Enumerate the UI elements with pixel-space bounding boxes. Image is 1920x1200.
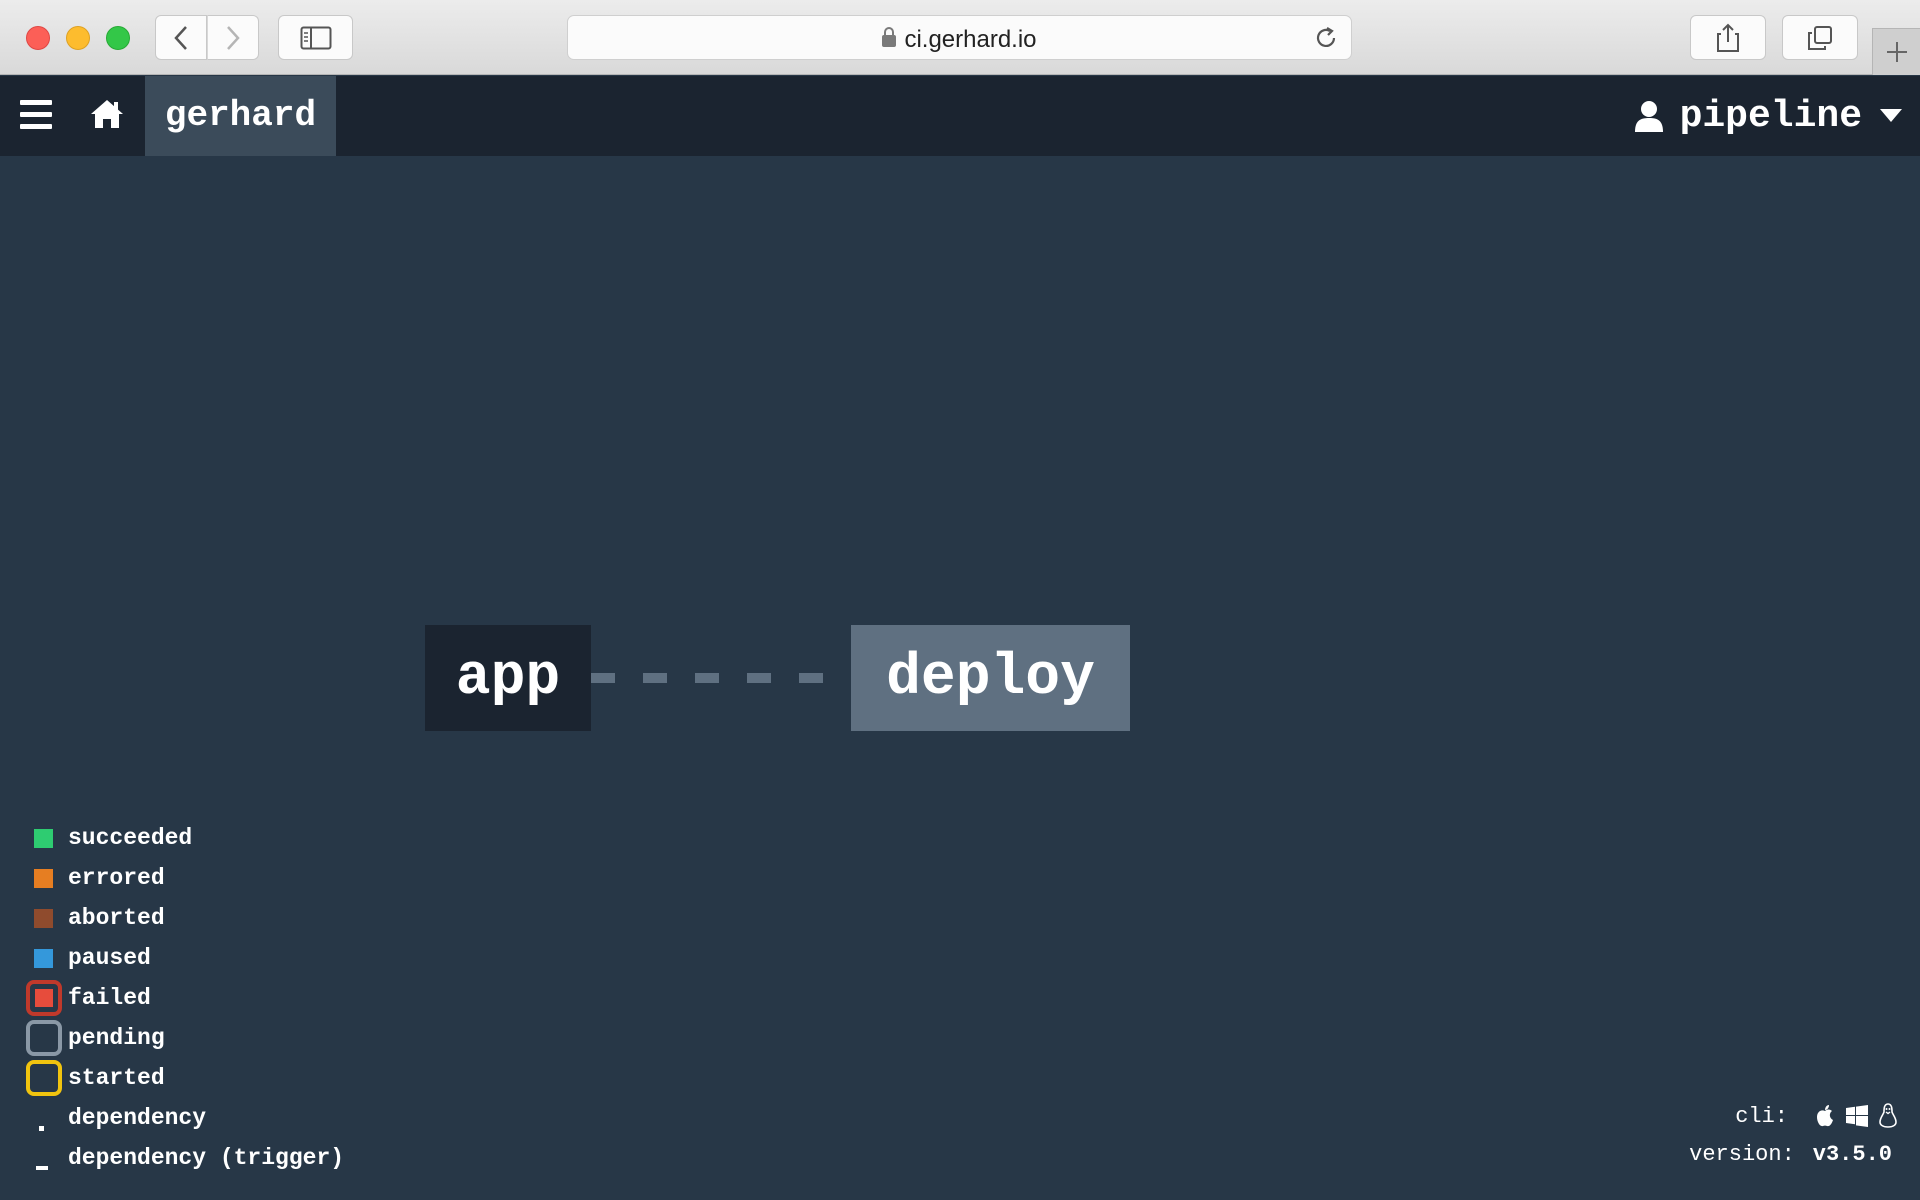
- user-icon: [1634, 101, 1663, 132]
- reload-icon[interactable]: [1313, 25, 1339, 51]
- windows-icon[interactable]: [1846, 1105, 1868, 1127]
- apple-icon[interactable]: [1814, 1104, 1836, 1128]
- lock-icon: [882, 27, 897, 47]
- close-window-button[interactable]: [26, 26, 50, 50]
- succeeded-swatch: [34, 828, 53, 848]
- job-app[interactable]: app: [425, 625, 591, 731]
- url-text: ci.gerhard.io: [568, 26, 1351, 54]
- chevron-left-icon: [174, 25, 187, 50]
- home-icon[interactable]: [90, 98, 124, 135]
- plus-icon: [1886, 42, 1907, 62]
- forward-button[interactable]: [207, 15, 259, 60]
- paused-swatch: [34, 948, 53, 968]
- aborted-swatch: [34, 908, 53, 928]
- cli-downloads: cli:: [1735, 1103, 1898, 1129]
- chevron-right-icon: [227, 25, 240, 50]
- share-icon: [1717, 23, 1739, 52]
- new-tab-button[interactable]: [1872, 28, 1920, 75]
- version-label: version:: [1689, 1142, 1795, 1167]
- top-bar: gerhard pipeline: [0, 76, 1920, 156]
- errored-swatch: [34, 868, 53, 888]
- hamburger-menu-icon[interactable]: [20, 100, 52, 130]
- dependency-trigger-swatch: [36, 1166, 48, 1170]
- pending-swatch: [26, 1020, 62, 1056]
- user-name: pipeline: [1679, 94, 1862, 138]
- tabs-icon: [1808, 25, 1832, 50]
- failed-swatch: [26, 980, 62, 1016]
- version-number: v3.5.0: [1812, 1142, 1892, 1167]
- browser-toolbar: ci.gerhard.io: [0, 0, 1920, 75]
- back-button[interactable]: [155, 15, 207, 60]
- share-button[interactable]: [1690, 15, 1766, 60]
- dependency-swatch: [39, 1126, 44, 1131]
- cli-label: cli:: [1735, 1103, 1788, 1129]
- dependency-edge: [591, 673, 851, 683]
- url-label: ci.gerhard.io: [904, 26, 1037, 53]
- started-swatch: [26, 1060, 62, 1096]
- minimize-window-button[interactable]: [66, 26, 90, 50]
- linux-icon[interactable]: [1878, 1103, 1898, 1129]
- address-bar[interactable]: ci.gerhard.io: [567, 15, 1352, 60]
- job-deploy[interactable]: deploy: [851, 625, 1130, 731]
- caret-down-icon: [1880, 109, 1902, 122]
- zoom-window-button[interactable]: [106, 26, 130, 50]
- sidebar-toggle-button[interactable]: [278, 15, 353, 60]
- user-menu[interactable]: pipeline: [1634, 76, 1902, 156]
- team-name-tab[interactable]: gerhard: [145, 76, 336, 156]
- show-tabs-button[interactable]: [1782, 15, 1858, 60]
- version-info: version: v3.5.0: [1689, 1142, 1892, 1167]
- sidebar-icon: [300, 26, 331, 49]
